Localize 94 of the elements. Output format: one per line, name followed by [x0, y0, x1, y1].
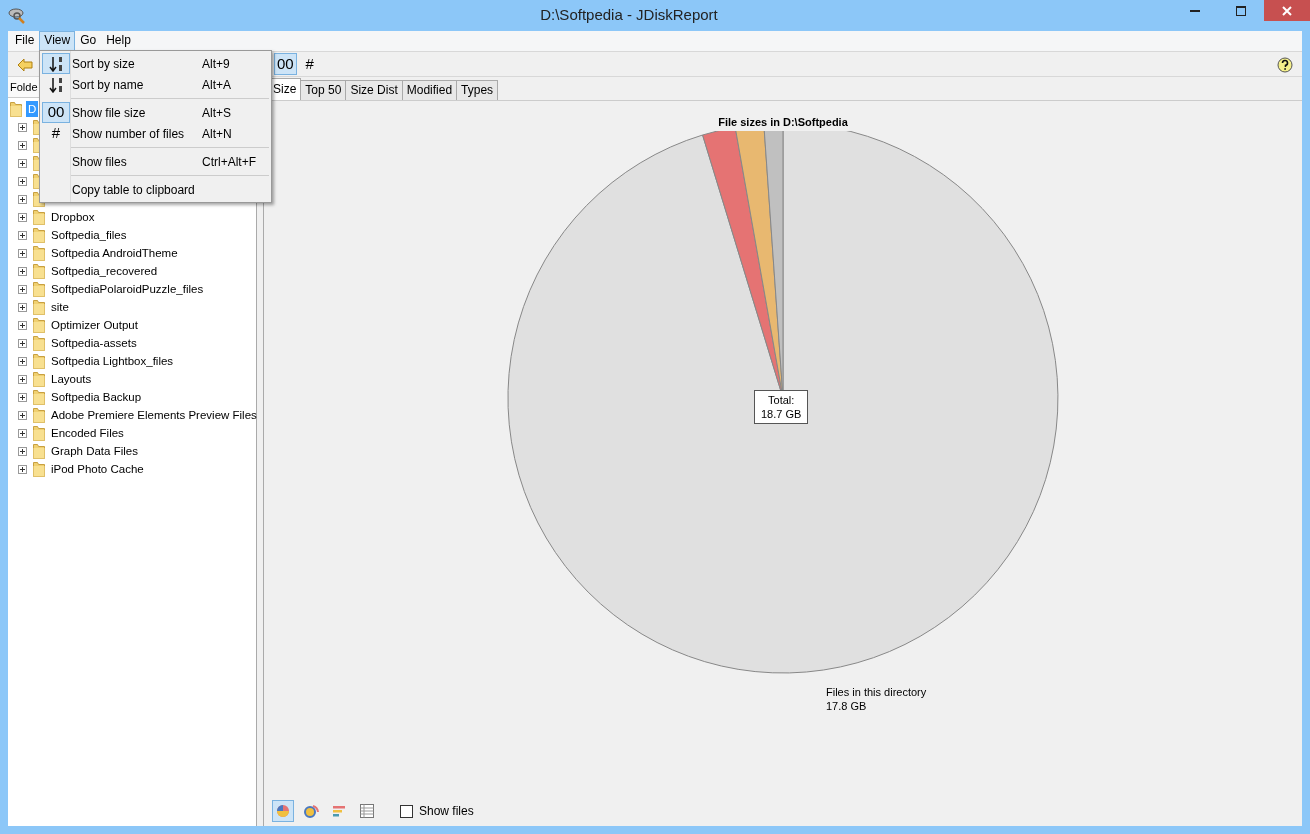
folder-icon: [33, 227, 45, 243]
expand-icon[interactable]: [18, 230, 27, 240]
chart-view-button[interactable]: [272, 800, 294, 822]
menu-item[interactable]: Go: [75, 31, 102, 51]
folder-item[interactable]: Graph Data Files: [49, 443, 140, 459]
window-title: D:\Softpedia - JDiskReport: [539, 5, 719, 26]
folder-item[interactable]: Softpedia_recovered: [49, 263, 160, 279]
menu-item[interactable]: Sort by name: [70, 75, 202, 94]
menu-item[interactable]: Help: [101, 31, 136, 51]
help-icon: [1277, 57, 1293, 73]
expand-icon[interactable]: [18, 176, 27, 186]
pie-chart-icon: [275, 803, 291, 819]
total-label: Total: 18.7 GB: [754, 389, 809, 424]
toolbar-button[interactable]: #: [298, 53, 321, 75]
folder-item[interactable]: Softpedia-assets: [49, 335, 139, 351]
expand-icon[interactable]: [18, 338, 27, 348]
shortcut-label: Alt+A: [202, 76, 231, 94]
folder-icon: [33, 371, 45, 387]
expand-icon[interactable]: [18, 122, 27, 132]
folder-item[interactable]: iPod Photo Cache: [49, 461, 146, 477]
folder-item[interactable]: Dropbox: [49, 209, 97, 225]
folder-item[interactable]: Optimizer Output: [49, 317, 140, 333]
expand-icon[interactable]: [18, 320, 27, 330]
slice-label: Files in this directory 17.8 GB: [826, 684, 927, 713]
table-icon: [359, 803, 375, 819]
folder-item[interactable]: SoftpediaPolaroidPuzzle_files: [49, 281, 206, 297]
folder-icon: [33, 389, 45, 405]
folder-icon: [33, 263, 45, 279]
sort-icon: [49, 55, 63, 72]
folder-icon: [33, 353, 45, 369]
back-arrow-icon: [17, 58, 33, 73]
menu-item-icon: #: [42, 123, 70, 144]
folder-icon: [33, 443, 45, 459]
expand-icon[interactable]: [18, 302, 27, 312]
menu-item[interactable]: Show files: [70, 152, 202, 171]
folder-icon: [33, 317, 45, 333]
folder-item[interactable]: Adobe Premiere Elements Preview Files: [49, 407, 259, 423]
folder-icon: [33, 335, 45, 351]
ring-chart-icon: [303, 803, 319, 819]
close-icon: [1282, 5, 1292, 16]
expand-icon[interactable]: [18, 194, 27, 204]
menu-item-icon: 00: [42, 102, 70, 123]
maximize-icon: [1236, 5, 1246, 16]
folder-icon: [10, 101, 22, 117]
shortcut-label: Alt+N: [202, 125, 232, 143]
minimize-icon: [1190, 9, 1200, 12]
folder-item[interactable]: site: [49, 299, 71, 315]
tab[interactable]: Size Dist: [345, 80, 403, 100]
tab[interactable]: Modified: [401, 80, 458, 100]
sort-icon: [49, 76, 63, 93]
menu-item[interactable]: View: [39, 31, 76, 51]
bar-chart-icon: [331, 803, 347, 819]
tab[interactable]: Types: [456, 80, 499, 100]
expand-icon[interactable]: [18, 158, 27, 168]
toolbar-button[interactable]: 00: [274, 53, 297, 75]
shortcut-label: Alt+9: [202, 55, 230, 73]
chart-title: File sizes in D:\Softpedia: [717, 115, 849, 130]
app-icon: [8, 6, 26, 25]
folder-item[interactable]: Encoded Files: [49, 425, 126, 441]
folder-icon: [33, 209, 45, 225]
expand-icon[interactable]: [18, 356, 27, 366]
expand-icon[interactable]: [18, 284, 27, 294]
shortcut-label: Alt+S: [202, 104, 231, 122]
expand-icon[interactable]: [18, 266, 27, 276]
folder-icon: [33, 461, 45, 477]
expand-icon[interactable]: [18, 248, 27, 258]
expand-icon[interactable]: [18, 392, 27, 402]
menu-item[interactable]: File: [10, 31, 40, 51]
expand-icon[interactable]: [18, 446, 27, 456]
folder-icon: [33, 299, 45, 315]
folder-icon: [33, 407, 45, 423]
expand-icon[interactable]: [18, 410, 27, 420]
checkbox-label: Show files: [419, 803, 474, 820]
menu-item[interactable]: Show file size: [70, 103, 202, 122]
menu-item[interactable]: Show number of files: [70, 124, 202, 143]
folder-item[interactable]: Softpedia Lightbox_files: [49, 353, 176, 369]
expand-icon[interactable]: [18, 140, 27, 150]
folder-icon: [33, 281, 45, 297]
expand-icon[interactable]: [18, 212, 27, 222]
folder-item[interactable]: Layouts: [49, 371, 94, 387]
expand-icon[interactable]: [18, 374, 27, 384]
folder-icon: [33, 425, 45, 441]
tab[interactable]: Top 50: [300, 80, 347, 100]
folder-item[interactable]: Softpedia_files: [49, 227, 129, 243]
folder-item[interactable]: Softpedia Backup: [49, 389, 144, 405]
shortcut-label: Ctrl+Alt+F: [202, 153, 256, 171]
expand-icon[interactable]: [18, 464, 27, 474]
menu-item[interactable]: Sort by size: [70, 54, 202, 73]
folder-icon: [33, 245, 45, 261]
checkbox[interactable]: [400, 804, 413, 818]
expand-icon[interactable]: [18, 428, 27, 438]
close-button[interactable]: [1264, 0, 1310, 21]
menu-item[interactable]: Copy table to clipboard: [70, 180, 202, 199]
folder-item[interactable]: Softpedia AndroidTheme: [49, 245, 180, 261]
